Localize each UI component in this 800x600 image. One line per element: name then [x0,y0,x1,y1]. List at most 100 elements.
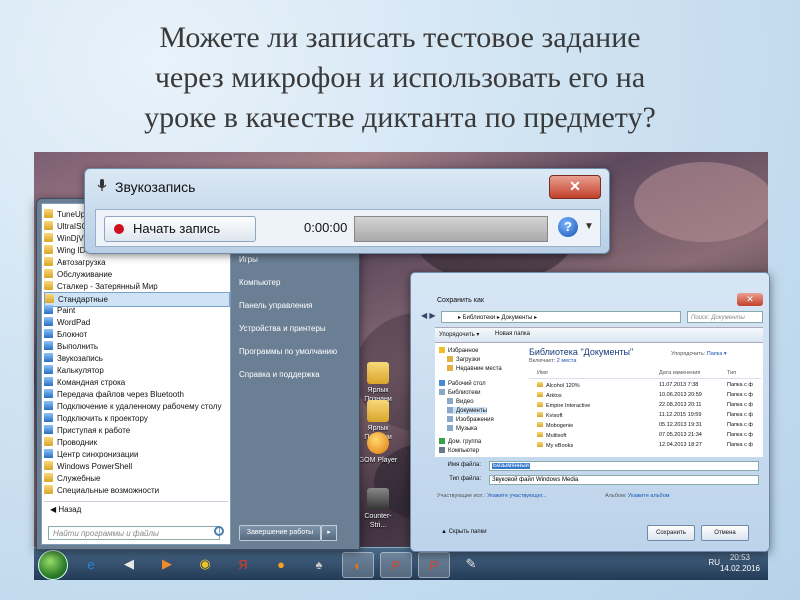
table-row[interactable]: Mobogenie 05.12.2013 19:31 Папка с ф [529,421,761,430]
cs-icon[interactable]: ♠ [304,552,334,576]
ie-icon[interactable]: e [76,552,106,576]
nav-item[interactable]: Видео [447,398,474,405]
filetype-select[interactable]: Звуковой файл Windows Media [489,475,759,485]
program-label: Приступая к работе [57,426,131,435]
hide-folders-button[interactable]: ▲ Скрыть папки [441,529,487,535]
table-row[interactable]: Empire Interactive 22.08.2013 20:11 Папка … [529,401,761,410]
nav-item[interactable]: Рабочий стол [439,380,486,387]
file-date: 05.12.2013 19:31 [659,422,702,428]
includes-label: Включает: [529,358,556,364]
save-button[interactable]: Сохранить [647,525,695,541]
address-bar[interactable]: ▸ Библиотеки ▸ Документы ▸ [441,311,681,323]
album-field[interactable]: Альбом: Укажите альбом [605,493,670,499]
nav-item-label: Документы [456,408,487,414]
program-label: Служебные [57,474,101,483]
back-forward-buttons[interactable]: ◀ ▶ [421,311,436,320]
language-indicator[interactable]: RU [708,558,720,567]
start-menu-link[interactable]: Программы по умолчанию [239,347,337,356]
table-row[interactable]: Alcohol 120% 11.07.2013 7:38 Папка с ф [529,381,761,390]
column-header-name[interactable]: Имя [537,370,548,376]
search-input[interactable]: Найти программы и файлы [48,526,220,540]
shutdown-options-button[interactable]: ▸ [321,525,337,541]
start-menu-link[interactable]: Компьютер [239,278,280,287]
toolbar: Упорядочить ▾ Новая папка [435,327,763,343]
nav-item[interactable]: Музыка [447,425,477,432]
back-button[interactable]: ◀ Назад [50,505,81,514]
clock[interactable]: 20:53 14.02.2016 [720,552,760,574]
program-label: Звукозапись [57,354,103,363]
column-header-date[interactable]: Дата изменения [659,370,700,376]
file-date: 11.07.2013 7:38 [659,382,699,388]
powerpoint-icon-2[interactable]: P [418,552,450,578]
nav-item[interactable]: Библиотеки [439,389,481,396]
program-label: Сталкер - Затерянный Мир [57,282,158,291]
program-label: Центр синхронизации [57,450,139,459]
start-menu-link[interactable]: Игры [239,255,258,264]
table-row[interactable]: Arktos 10.06.2013 20:59 Папка с ф [529,391,761,400]
album-value[interactable]: Укажите альбом [628,493,670,499]
gom-icon[interactable]: ● [266,552,296,576]
firefox-icon[interactable]: ◐ [342,552,374,578]
table-row[interactable]: Kvisoft 11.12.2015 19:59 Папка с ф [529,411,761,420]
folder-icon [44,233,53,242]
chevron-down-icon[interactable]: ▼ [584,221,594,232]
file-name: Multisoft [537,432,566,439]
file-list-pane: Библиотека "Документы" Включает: 2 места… [521,343,763,457]
nav-item[interactable]: Загрузки [447,356,480,363]
programs-list: TuneUp UltraISO WinDjView Wing IDE Автозагру… [41,203,231,545]
chrome-icon[interactable]: ◉ [190,552,220,576]
yandex-icon[interactable]: Я [228,552,258,576]
nav-item[interactable]: Избранное [439,347,478,354]
app-icon [44,329,53,338]
nav-item[interactable]: Документы [447,407,487,414]
authors-value[interactable]: Укажите участвующег... [487,493,547,499]
powerpoint-icon[interactable]: P [380,552,412,578]
close-button[interactable]: ✕ [549,175,601,199]
folder-icon [537,422,543,427]
close-button[interactable]: ✕ [737,293,763,306]
includes-link[interactable]: 2 места [557,358,577,364]
program-item[interactable]: Специальные возможности [44,484,228,497]
search-input[interactable]: Поиск: Документы [687,311,763,323]
start-menu-link[interactable]: Справка и поддержка [239,370,320,379]
help-icon[interactable]: ? [558,217,578,237]
new-folder-button[interactable]: Новая папка [495,331,530,337]
nav-item[interactable]: Изображения [447,416,494,423]
start-recording-button[interactable]: Начать запись [104,216,256,242]
folder-icon [44,221,53,230]
level-meter [354,216,548,242]
nav-item[interactable]: Дом. группа [439,438,481,445]
folder-icon [367,362,389,384]
nav-item-label: Библиотеки [448,390,481,396]
app-icon [44,353,53,362]
authors-field[interactable]: Участвующие исп.: Укажите участвующег... [437,493,547,499]
search-icon[interactable] [214,526,224,536]
nav-item[interactable]: Компьютер [439,447,479,454]
start-menu-link[interactable]: Устройства и принтеры [239,324,326,333]
folder-icon [537,402,543,407]
shutdown-button[interactable]: Завершение работы [239,525,321,541]
authors-label: Участвующие исп.: [437,493,486,499]
table-row[interactable]: Multisoft 07.05.2013 21:34 Папка с ф [529,431,761,440]
arrange-dropdown[interactable]: Папка ▾ [707,351,727,357]
library-title: Библиотека "Документы" [529,347,634,357]
media-player-icon[interactable]: ▶ [152,552,182,576]
organize-button[interactable]: Упорядочить ▾ [439,331,479,338]
start-button[interactable] [38,550,68,580]
microphone-icon[interactable]: ✎ [456,552,486,576]
gom-icon [367,432,389,454]
column-header-type[interactable]: Тип [727,370,736,376]
table-row[interactable]: My eBooks 12.04.2013 18:27 Папка с ф [529,441,761,450]
save-as-dialog: Сохранить как ✕ ◀ ▶ ▸ Библиотеки ▸ Докум… [410,272,770,552]
start-menu-link[interactable]: Панель управления [239,301,313,310]
cancel-button[interactable]: Отмена [701,525,749,541]
lib-icon [447,416,453,422]
desktop-icon[interactable]: GOM Player [358,432,398,465]
desktop-icon[interactable]: Counter-Stri... [358,488,398,530]
filename-field[interactable]: Безымянный [489,461,759,471]
nav-item[interactable]: Недавние места [447,365,502,372]
folder-icon [44,437,53,446]
desktop-icon[interactable]: Ярлык Познани [358,362,398,404]
file-name-text: Alcohol 120% [546,383,580,389]
speaker-icon[interactable]: ◀ [114,552,144,576]
